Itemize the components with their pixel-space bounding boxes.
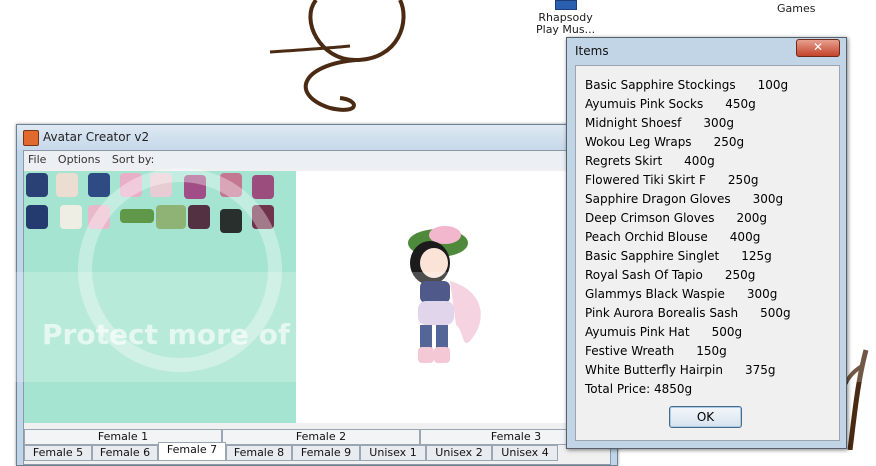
items-dialog: Items ✕ Basic Sapphire Stockings 100g Ayu… (566, 37, 847, 449)
java-app-icon (23, 130, 39, 146)
menu-file[interactable]: File (24, 151, 50, 166)
list-item: Deep Crimson Gloves 200g (585, 211, 767, 225)
item-name: Ayumuis Pink Socks (585, 97, 704, 111)
item-name: Deep Crimson Gloves (585, 211, 715, 225)
item-price: 400g (684, 154, 715, 168)
item-price: 450g (725, 97, 756, 111)
item-price: 250g (724, 268, 756, 282)
list-item: Basic Sapphire Singlet 125g (585, 249, 772, 263)
total-price: Total Price: 4850g (585, 382, 693, 396)
item-price: 375g (744, 363, 776, 377)
watermark-text: Protect more of y (42, 318, 319, 351)
menu-options[interactable]: Options (54, 151, 104, 166)
list-item: Ayumuis Pink Hat 500g (585, 325, 742, 339)
title-bar[interactable]: Avatar Creator v2 (17, 125, 617, 150)
list-item: Royal Sash Of Tapio 250g (585, 268, 755, 282)
item-name: Peach Orchid Blouse (585, 230, 708, 244)
rhapsody-icon (554, 0, 577, 10)
tab-female-6[interactable]: Female 6 (92, 445, 158, 461)
tab-female-2[interactable]: Female 2 (222, 429, 420, 445)
desktop-icon-label: Games (777, 2, 816, 15)
close-icon: ✕ (812, 40, 824, 54)
list-item: Festive Wreath 150g (585, 344, 727, 358)
list-item: Glammys Black Waspie 300g (585, 287, 777, 301)
item-price: 200g (736, 211, 768, 225)
tab-female-7[interactable]: Female 7 (158, 442, 226, 461)
item-name: Royal Sash Of Tapio (585, 268, 703, 282)
tab-female-9[interactable]: Female 9 (292, 445, 360, 461)
window-title: Avatar Creator v2 (43, 130, 150, 144)
desktop-icon-label-line2: Play Mus... (536, 23, 596, 36)
ok-button[interactable]: OK (669, 406, 742, 428)
item-name: Basic Sapphire Stockings (585, 78, 736, 92)
item-name: Ayumuis Pink Hat (585, 325, 690, 339)
tab-unisex-2[interactable]: Unisex 2 (426, 445, 492, 461)
list-item: Regrets Skirt 400g (585, 154, 715, 168)
item-name: Pink Aurora Borealis Sash (585, 306, 739, 320)
item-name: Basic Sapphire Singlet (585, 249, 720, 263)
item-price: 250g (727, 173, 759, 187)
item-boots[interactable] (26, 205, 48, 229)
list-item: Basic Sapphire Stockings 100g (585, 78, 788, 92)
dialog-title: Items (575, 44, 609, 58)
item-stockings[interactable] (88, 173, 110, 197)
item-singlet[interactable] (26, 173, 48, 197)
close-button[interactable]: ✕ (796, 39, 840, 57)
item-price: 500g (760, 306, 791, 320)
desktop-icon-rhapsody[interactable]: Rhapsody Play Mus... (536, 0, 595, 36)
desktop-icon-games[interactable]: Games (777, 3, 815, 15)
tab-row-1: Female 1 Female 2 Female 3 (24, 429, 612, 445)
item-name: Sapphire Dragon Gloves (585, 192, 731, 206)
list-item: Pink Aurora Borealis Sash 500g (585, 306, 791, 320)
item-name: Festive Wreath (585, 344, 675, 358)
list-item: Sapphire Dragon Gloves 300g (585, 192, 783, 206)
item-name: Glammys Black Waspie (585, 287, 725, 301)
item-name: White Butterfly Hairpin (585, 363, 723, 377)
list-item: White Butterfly Hairpin 375g (585, 363, 775, 377)
item-price: 300g (703, 116, 734, 130)
tab-unisex-4[interactable]: Unisex 4 (492, 445, 558, 461)
item-gloves[interactable] (60, 205, 82, 229)
item-name: Flowered Tiki Skirt F (585, 173, 706, 187)
item-name: Regrets Skirt (585, 154, 663, 168)
menu-bar: File Options Sort by: (24, 151, 610, 169)
item-name: Wokou Leg Wraps (585, 135, 692, 149)
item-price: 400g (729, 230, 761, 244)
tab-female-8[interactable]: Female 8 (226, 445, 292, 461)
list-item: Wokou Leg Wraps 250g (585, 135, 744, 149)
menu-sort-by[interactable]: Sort by: (108, 151, 158, 166)
list-item: Midnight Shoesf 300g (585, 116, 734, 130)
item-name: Midnight Shoesf (585, 116, 682, 130)
item-price: 500g (711, 325, 743, 339)
tab-row-2: Female 5 Female 6 Female 7 Female 8 Fema… (24, 442, 610, 461)
list-item: Peach Orchid Blouse 400g (585, 230, 760, 244)
item-hairpin[interactable] (252, 175, 274, 199)
list-item: Flowered Tiki Skirt F 250g (585, 173, 758, 187)
item-price: 300g (746, 287, 778, 301)
item-blouse[interactable] (56, 173, 78, 197)
item-price: 150g (696, 344, 727, 358)
item-price: 250g (713, 135, 745, 149)
tab-female-5[interactable]: Female 5 (24, 445, 92, 461)
tab-unisex-1[interactable]: Unisex 1 (360, 445, 426, 461)
item-price: 300g (752, 192, 784, 206)
items-list: Basic Sapphire Stockings 100g Ayumuis Pin… (575, 65, 840, 441)
item-price: 100g (757, 78, 789, 92)
list-item: Ayumuis Pink Socks 450g (585, 97, 756, 111)
item-price: 125g (741, 249, 772, 263)
